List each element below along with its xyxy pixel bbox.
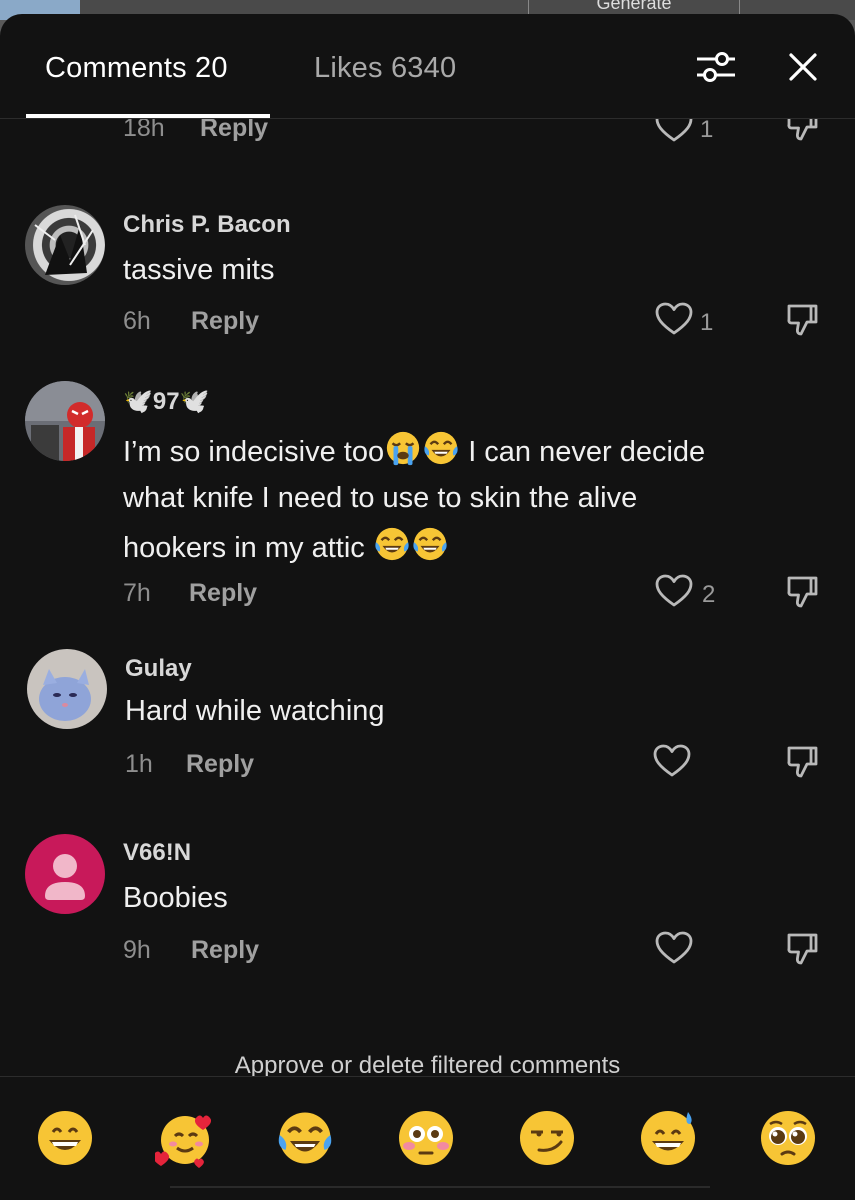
- comment-username: 97: [152, 388, 180, 415]
- comments-sheet: Comments 20 Likes 6340 18h Reply 1 Chris…: [0, 14, 855, 1200]
- heart-icon[interactable]: [653, 744, 691, 778]
- grinning-face-icon[interactable]: [35, 1108, 95, 1168]
- face-with-tears-of-joy-icon: [411, 525, 449, 563]
- like-count: 1: [700, 119, 714, 143]
- person-icon: [45, 854, 85, 900]
- comment-text-line: what knife I need to use to skin the ali…: [123, 482, 638, 514]
- avatar-image: [25, 381, 105, 461]
- comment-text: Boobies: [123, 882, 228, 914]
- smiling-face-with-hearts-icon[interactable]: [155, 1108, 215, 1168]
- avatar[interactable]: [25, 205, 105, 285]
- comment-text: I can never decide: [468, 436, 706, 468]
- comment-list[interactable]: 18h Reply 1 Chris P. Bacon tassive mits …: [0, 119, 855, 1079]
- reply-button[interactable]: Reply: [189, 579, 257, 608]
- comment-text: hookers in my attic: [123, 532, 365, 564]
- grinning-face-with-sweat-icon[interactable]: [638, 1108, 698, 1168]
- comment-time: 18h: [123, 119, 165, 142]
- close-icon[interactable]: [788, 52, 818, 82]
- avatar-image: [39, 669, 91, 721]
- heart-icon[interactable]: [655, 574, 693, 608]
- avatar-image: [34, 214, 94, 275]
- home-indicator: [170, 1186, 710, 1188]
- tab-bar: Comments 20 Likes 6340: [0, 14, 855, 119]
- comment-text-block: I’m so indecisive too I can never decide…: [123, 429, 843, 571]
- reply-button[interactable]: Reply: [186, 750, 254, 779]
- comment-text: Hard while watching: [125, 695, 385, 727]
- avatar[interactable]: [27, 649, 107, 729]
- comment-text-line: hookers in my attic: [123, 525, 843, 571]
- comment-text: I’m so indecisive too: [123, 436, 385, 468]
- dislike-icon[interactable]: [785, 931, 819, 967]
- reply-button[interactable]: Reply: [191, 936, 259, 965]
- heart-icon[interactable]: [655, 931, 693, 965]
- face-with-tears-of-joy-icon: [422, 429, 460, 467]
- comment-time: 9h: [123, 936, 151, 964]
- comment-username-row[interactable]: 🕊️97🕊️: [123, 387, 209, 416]
- reply-button[interactable]: Reply: [191, 307, 259, 336]
- filter-sliders-icon[interactable]: [695, 50, 737, 84]
- heart-icon[interactable]: [655, 119, 693, 143]
- avatar[interactable]: [25, 381, 105, 461]
- loudly-crying-face-icon: [384, 429, 422, 467]
- active-tab-indicator: [26, 114, 270, 118]
- comment-text: tassive mits: [123, 254, 275, 286]
- like-count: 1: [700, 309, 714, 336]
- dislike-icon[interactable]: [785, 574, 819, 610]
- quick-emoji-bar: [0, 1076, 855, 1200]
- tab-likes[interactable]: Likes 6340: [314, 52, 456, 85]
- like-count: 2: [702, 581, 716, 608]
- comment-text-line: I’m so indecisive too I can never decide: [123, 429, 843, 475]
- dislike-icon[interactable]: [785, 119, 819, 143]
- smirking-face-icon[interactable]: [517, 1108, 577, 1168]
- face-with-tears-of-joy-icon[interactable]: [275, 1108, 335, 1168]
- comment-time: 6h: [123, 307, 151, 335]
- default-avatar[interactable]: [25, 834, 105, 914]
- comment-username[interactable]: Chris P. Bacon: [123, 211, 291, 239]
- dove-icon: 🕊️: [123, 388, 153, 415]
- flushed-face-icon[interactable]: [396, 1108, 456, 1168]
- comment-time: 7h: [123, 579, 151, 607]
- dislike-icon[interactable]: [785, 744, 819, 780]
- comment-time: 1h: [125, 750, 153, 778]
- dove-icon: 🕊️: [179, 388, 210, 415]
- reply-button[interactable]: Reply: [200, 119, 268, 143]
- face-with-tears-of-joy-icon: [373, 525, 411, 563]
- comment-username[interactable]: V66!N: [123, 839, 191, 867]
- dislike-icon[interactable]: [785, 302, 819, 338]
- pleading-face-icon[interactable]: [758, 1108, 818, 1168]
- heart-icon[interactable]: [655, 302, 693, 336]
- comment-username[interactable]: Gulay: [125, 655, 192, 683]
- tab-comments[interactable]: Comments 20: [45, 52, 228, 85]
